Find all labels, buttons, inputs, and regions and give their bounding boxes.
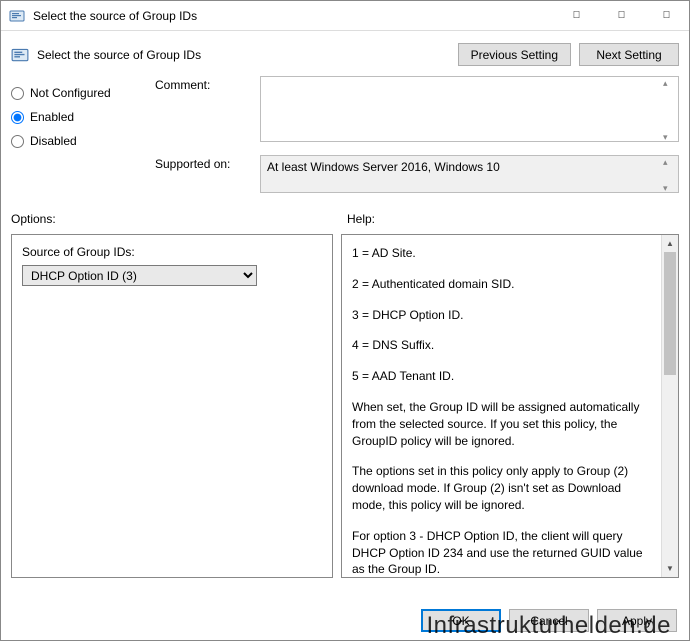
radio-enabled-label: Enabled	[30, 110, 74, 124]
help-paragraph: 3 = DHCP Option ID.	[352, 307, 653, 324]
policy-icon	[11, 46, 29, 64]
cancel-button[interactable]: Cancel	[509, 609, 589, 632]
radio-not-configured-input[interactable]	[11, 87, 24, 100]
next-setting-button[interactable]: Next Setting	[579, 43, 679, 66]
titlebar: Select the source of Group IDs   	[1, 1, 689, 31]
help-paragraph: The options set in this policy only appl…	[352, 463, 653, 513]
help-scrollbar[interactable]: ▲ ▼	[661, 235, 678, 577]
help-section-label: Help:	[347, 212, 679, 226]
options-section-label: Options:	[11, 212, 333, 226]
supported-textarea	[260, 155, 679, 193]
radio-not-configured[interactable]: Not Configured	[11, 86, 141, 100]
maximize-button[interactable]: 	[599, 1, 644, 30]
radio-enabled[interactable]: Enabled	[11, 110, 141, 124]
footer: OK Cancel Apply	[1, 609, 689, 632]
scroll-down-icon[interactable]: ▼	[662, 560, 678, 577]
radio-disabled[interactable]: Disabled	[11, 134, 141, 148]
comment-label: Comment:	[155, 76, 260, 92]
header-row: Select the source of Group IDs Previous …	[1, 31, 689, 76]
help-paragraph: 1 = AD Site.	[352, 245, 653, 262]
help-paragraph: 5 = AAD Tenant ID.	[352, 368, 653, 385]
help-paragraph: 4 = DNS Suffix.	[352, 337, 653, 354]
help-paragraph: 2 = Authenticated domain SID.	[352, 276, 653, 293]
help-paragraph: For option 3 - DHCP Option ID, the clien…	[352, 528, 653, 577]
policy-title: Select the source of Group IDs	[37, 48, 450, 62]
radio-disabled-label: Disabled	[30, 134, 77, 148]
options-pane: Source of Group IDs: DHCP Option ID (3)	[11, 234, 333, 578]
help-pane: 1 = AD Site. 2 = Authenticated domain SID…	[341, 234, 679, 578]
scroll-track[interactable]	[662, 375, 678, 560]
supported-label: Supported on:	[155, 155, 260, 171]
previous-setting-button[interactable]: Previous Setting	[458, 43, 571, 66]
radio-disabled-input[interactable]	[11, 135, 24, 148]
scroll-thumb[interactable]	[664, 252, 676, 375]
minimize-button[interactable]: 	[554, 1, 599, 30]
window-title: Select the source of Group IDs	[31, 9, 554, 23]
source-dropdown[interactable]: DHCP Option ID (3)	[22, 265, 257, 286]
radio-enabled-input[interactable]	[11, 111, 24, 124]
comment-textarea[interactable]	[260, 76, 679, 142]
help-paragraph: When set, the Group ID will be assigned …	[352, 399, 653, 449]
apply-button[interactable]: Apply	[597, 609, 677, 632]
help-text: 1 = AD Site. 2 = Authenticated domain SID…	[342, 235, 661, 577]
policy-icon	[9, 8, 25, 24]
ok-button[interactable]: OK	[421, 609, 501, 632]
scroll-up-icon[interactable]: ▲	[662, 235, 678, 252]
source-dropdown-label: Source of Group IDs:	[22, 245, 322, 259]
radio-not-configured-label: Not Configured	[30, 86, 111, 100]
close-button[interactable]: 	[644, 1, 689, 30]
